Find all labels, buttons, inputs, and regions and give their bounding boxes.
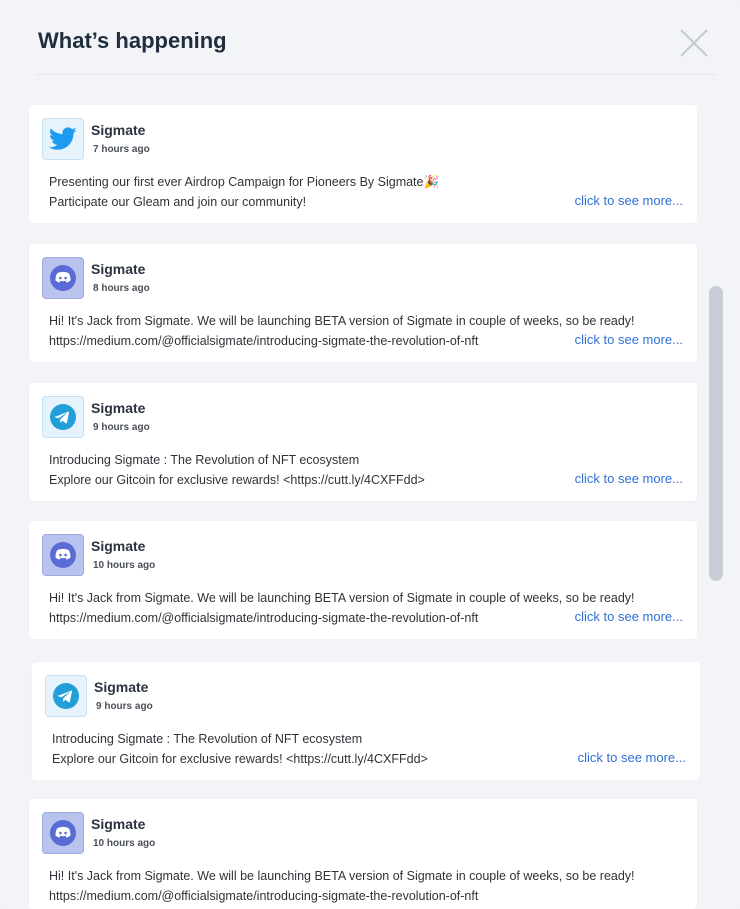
post-time: 10 hours ago — [93, 560, 156, 571]
telegram-avatar — [45, 675, 87, 717]
scrollbar-thumb[interactable] — [709, 286, 723, 581]
post-text-line-1: Introducing Sigmate : The Revolution of … — [49, 453, 360, 467]
see-more-link[interactable]: click to see more... — [575, 609, 683, 624]
post-text-line-2: https://medium.com/@officialsigmate/intr… — [49, 889, 479, 903]
post-text-line-1: Introducing Sigmate : The Revolution of … — [52, 732, 363, 746]
post-text-line-2: Explore our Gitcoin for exclusive reward… — [52, 752, 428, 766]
telegram-icon — [53, 683, 79, 709]
whats-happening-modal: What’s happening Sigmate 7 hours ago Pre… — [0, 0, 740, 909]
post-card[interactable]: Sigmate 7 hours ago Presenting our first… — [29, 105, 697, 223]
telegram-icon — [50, 404, 76, 430]
post-time: 7 hours ago — [93, 144, 150, 155]
post-author: Sigmate — [91, 261, 146, 277]
post-author: Sigmate — [91, 122, 146, 138]
post-author: Sigmate — [91, 400, 146, 416]
post-text-line-1: Hi! It's Jack from Sigmate. We will be l… — [49, 314, 635, 328]
post-time: 10 hours ago — [93, 838, 156, 849]
discord-icon — [50, 265, 76, 291]
see-more-link[interactable]: click to see more... — [578, 750, 686, 765]
modal-title: What’s happening — [38, 28, 227, 53]
discord-icon — [50, 542, 76, 568]
post-time: 9 hours ago — [96, 701, 153, 712]
see-more-link[interactable]: click to see more... — [575, 471, 683, 486]
discord-avatar — [42, 534, 84, 576]
post-text-line-2: Explore our Gitcoin for exclusive reward… — [49, 473, 425, 487]
close-button[interactable] — [678, 27, 710, 59]
post-author: Sigmate — [91, 538, 146, 554]
close-icon — [680, 29, 708, 57]
see-more-link[interactable]: click to see more... — [575, 193, 683, 208]
post-author: Sigmate — [94, 679, 149, 695]
post-text-line-1: Hi! It's Jack from Sigmate. We will be l… — [49, 591, 635, 605]
post-text-line-2: Participate our Gleam and join our commu… — [49, 195, 307, 209]
header-divider — [36, 74, 716, 75]
twitter-icon — [49, 127, 77, 150]
post-text-line-2: https://medium.com/@officialsigmate/intr… — [49, 611, 479, 625]
post-text-line-1: Presenting our first ever Airdrop Campai… — [49, 175, 440, 189]
post-card[interactable]: Sigmate 10 hours ago Hi! It's Jack from … — [29, 799, 697, 909]
twitter-avatar — [42, 118, 84, 160]
see-more-link[interactable]: click to see more... — [575, 332, 683, 347]
post-card[interactable]: Sigmate 10 hours ago Hi! It's Jack from … — [29, 521, 697, 639]
telegram-avatar — [42, 396, 84, 438]
discord-avatar — [42, 257, 84, 299]
post-text-line-2: https://medium.com/@officialsigmate/intr… — [49, 334, 479, 348]
post-card[interactable]: Sigmate 8 hours ago Hi! It's Jack from S… — [29, 244, 697, 362]
post-author: Sigmate — [91, 816, 146, 832]
post-text-line-1: Hi! It's Jack from Sigmate. We will be l… — [49, 869, 635, 883]
discord-avatar — [42, 812, 84, 854]
post-time: 8 hours ago — [93, 283, 150, 294]
post-card[interactable]: Sigmate 9 hours ago Introducing Sigmate … — [29, 383, 697, 501]
discord-icon — [50, 820, 76, 846]
post-card[interactable]: Sigmate 9 hours ago Introducing Sigmate … — [32, 662, 700, 780]
post-time: 9 hours ago — [93, 422, 150, 433]
